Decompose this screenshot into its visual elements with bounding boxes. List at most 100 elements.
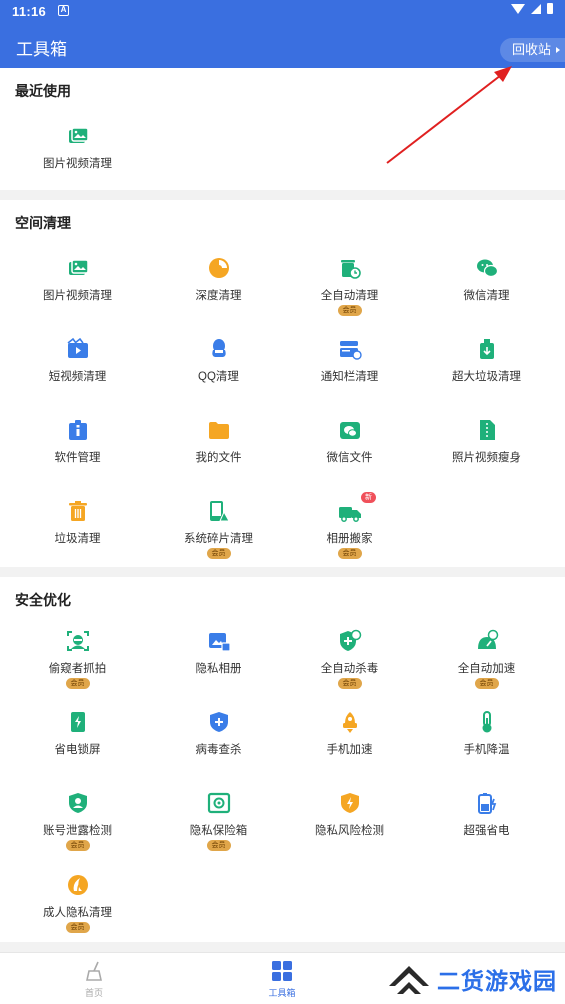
section-title: 最近使用 [15,83,71,99]
qq-icon [211,339,226,357]
tool-rocket[interactable]: 手机加速 [279,710,420,757]
tool-wechat[interactable]: 微信清理 [416,256,557,303]
tool-label: 偷窥者抓拍 [48,663,107,675]
tool-label: 垃圾清理 [54,533,101,545]
tool-label: 成人隐私清理 [43,907,112,919]
tool-app-manager[interactable]: 软件管理 [7,418,148,465]
tool-label: 通知栏清理 [320,371,379,383]
trash-icon [68,501,87,521]
tool-label: 微信文件 [326,452,373,464]
auto-clean-icon [340,260,361,279]
tool-label: 手机加速 [326,744,373,756]
tool-album-move[interactable]: 相册搬家 会员 新 [279,492,420,559]
space-clean-section: 空间清理 图片视频清理深度清理 全自动清理 会员微信清理短视频清理 QQ清理 通知栏清理… [0,200,565,567]
member-badge: 会员 [474,678,499,689]
tool-label: 我的文件 [195,452,242,464]
virus-scan-icon [209,712,228,732]
tool-photo-video[interactable]: 图片视频清理 [7,124,148,171]
tool-auto-antivirus[interactable]: 全自动杀毒 会员 [279,629,420,689]
auto-antivirus-icon [339,629,361,651]
private-album-icon [208,633,231,652]
app-manager-icon [68,420,87,440]
tool-label: 手机降温 [463,744,510,756]
page-title: 工具箱 [16,40,67,59]
security-section: 安全优化 偷窥者抓拍 会员 隐私相册 全自动杀毒 会员 全自动加速 会员 省电锁屏 病毒查杀 手机… [0,577,565,942]
tool-photo-video[interactable]: 图片视频清理 [7,256,148,303]
notification-bar-icon [339,341,362,360]
nav-label: 首页 [84,988,103,998]
wifi-icon [511,3,525,14]
tool-qq[interactable]: QQ清理 [148,337,289,384]
tool-label: 省电锁屏 [54,744,101,756]
album-move-icon [338,507,361,522]
adult-privacy-icon [67,875,88,895]
compress-icon [479,420,495,440]
tool-label: 隐私保险箱 [189,825,248,837]
tool-label: 账号泄露检测 [43,825,112,837]
nav-home[interactable]: 首页 [54,959,134,999]
wechat-file-icon [339,422,360,439]
tool-auto-speedup[interactable]: 全自动加速 会员 [416,629,557,689]
tool-private-album[interactable]: 隐私相册 [148,629,289,676]
tool-privacy-risk[interactable]: 隐私风险检测 [279,791,420,838]
tool-label: 短视频清理 [48,371,107,383]
tool-safe-box[interactable]: 隐私保险箱 会员 [148,791,289,851]
power-lock-icon [70,712,85,732]
privacy-risk-icon [340,793,359,813]
tool-wechat-file[interactable]: 微信文件 [279,418,420,465]
member-badge: 会员 [65,922,90,933]
peeker-capture-icon [66,631,89,651]
status-icons [511,3,553,14]
tool-label: 微信清理 [463,290,510,302]
photo-video-icon [68,127,89,143]
tool-battery-saver[interactable]: 超强省电 [416,791,557,838]
tool-thermometer[interactable]: 手机降温 [416,710,557,757]
tool-label: 超强省电 [463,825,510,837]
tool-power-lock[interactable]: 省电锁屏 [7,710,148,757]
tool-deep-clean[interactable]: 深度清理 [148,256,289,303]
battery-saver-icon [477,793,496,814]
member-badge: 会员 [206,548,231,559]
battery-icon [547,3,553,14]
tool-large-file[interactable]: 超大垃圾清理 [416,337,557,384]
large-file-icon [479,339,494,359]
auto-speedup-icon [477,629,498,649]
recycle-bin-button[interactable]: 回收站 [499,38,565,62]
member-badge: 会员 [206,840,231,851]
folder-icon [208,422,229,439]
tool-label: 隐私相册 [195,663,242,675]
tool-account-leak[interactable]: 账号泄露检测 会员 [7,791,148,851]
tool-label: QQ清理 [198,371,239,383]
safe-box-icon [207,792,230,814]
tool-label: 超大垃圾清理 [452,371,521,383]
nav-toolbox[interactable]: 工具箱 [242,959,322,999]
member-badge: 会员 [65,678,90,689]
tool-label: 病毒查杀 [195,744,242,756]
tool-short-video[interactable]: 短视频清理 [7,337,148,384]
member-badge: 会员 [65,840,90,851]
fragment-icon [209,501,230,522]
tool-trash[interactable]: 垃圾清理 [7,499,148,546]
tool-label: 全自动加速 [457,663,516,675]
tool-virus-scan[interactable]: 病毒查杀 [148,710,289,757]
watermark-logo-icon [389,966,429,994]
wechat-icon [476,259,498,278]
tool-peeker-capture[interactable]: 偷窥者抓拍 会员 [7,629,148,689]
status-time: 11:16 [12,4,47,19]
tool-notification-bar[interactable]: 通知栏清理 [279,337,420,384]
deep-clean-icon [208,258,229,278]
tool-label: 全自动杀毒 [320,663,379,675]
tool-adult-privacy[interactable]: 成人隐私清理 会员 [7,873,148,933]
toolbox-grid-icon [272,961,292,981]
tool-label: 深度清理 [195,290,242,302]
tool-auto-clean[interactable]: 全自动清理 会员 [279,256,420,316]
watermark-text: 二货游戏园 [437,968,557,994]
signal-icon [531,3,541,14]
notification-icon: A [58,5,69,16]
tool-folder[interactable]: 我的文件 [148,418,289,465]
thermometer-icon [482,711,491,733]
tool-fragment[interactable]: 系统碎片清理 会员 [148,499,289,559]
tool-compress[interactable]: 照片视频瘦身 [416,418,557,465]
tool-label: 系统碎片清理 [184,533,253,545]
section-title: 空间清理 [15,215,71,231]
